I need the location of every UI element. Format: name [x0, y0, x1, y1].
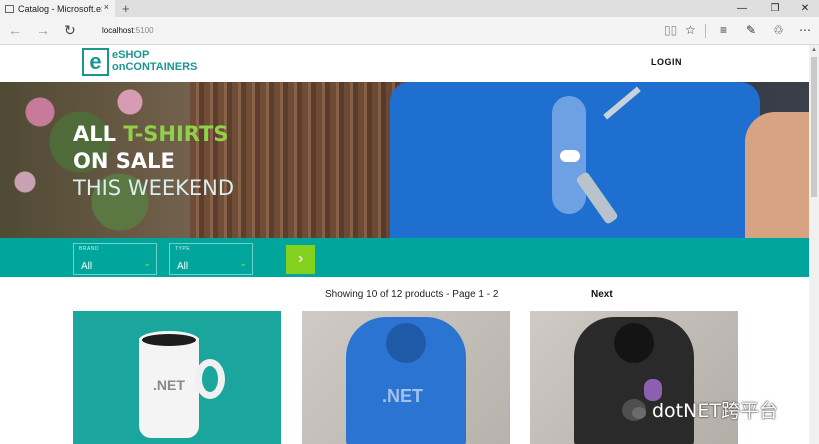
pager-status: Showing 10 of 12 products - Page 1 - 2 — [325, 289, 499, 300]
brand-filter-value: All — [81, 261, 93, 272]
url-field[interactable]: localhost:5100 — [90, 22, 650, 40]
hoodie-hood — [386, 323, 426, 363]
tab-title: Catalog - Microsoft.eSh — [18, 3, 102, 14]
url-port: :5100 — [133, 26, 154, 35]
logo-line-2: onCONTAINERS — [112, 61, 198, 73]
site-header: e eSHOP onCONTAINERS LOGIN — [0, 45, 809, 82]
scroll-thumb[interactable] — [811, 57, 817, 197]
tab-close-icon[interactable]: × — [104, 2, 109, 12]
address-bar-row: ← → ↻ localhost:5100 ▯▯ ☆ ≡ ✎ ♲ ⋯ — [0, 17, 819, 45]
back-icon[interactable]: ← — [8, 22, 22, 38]
hero-arm-image — [745, 112, 809, 238]
toolbar-divider — [705, 24, 706, 38]
browser-tab[interactable]: Catalog - Microsoft.eSh × — [0, 0, 115, 17]
chevron-down-icon: ⌄ — [239, 258, 247, 268]
logo-text[interactable]: eSHOP onCONTAINERS — [112, 49, 197, 73]
wechat-icon — [622, 398, 646, 421]
catalog-filter-bar: BRAND All ⌄ TYPE All ⌄ — [0, 238, 809, 277]
window-close-button[interactable]: ✕ — [790, 0, 819, 17]
login-link[interactable]: LOGIN — [651, 57, 682, 67]
scroll-up-arrow-icon[interactable]: ▲ — [809, 45, 819, 55]
type-filter-select[interactable]: TYPE All ⌄ — [169, 243, 253, 275]
logo-letter: e — [89, 49, 102, 74]
hero-banner: ALL T-SHIRTS ON SALE THIS WEEKEND — [0, 82, 809, 238]
eshop-logo-icon[interactable]: e — [82, 48, 109, 76]
hoodie-hood — [614, 323, 654, 363]
reading-view-icon[interactable]: ▯▯ — [664, 23, 677, 37]
brand-filter-select[interactable]: BRAND All ⌄ — [73, 243, 157, 275]
hero-line-3: THIS WEEKEND — [73, 176, 235, 200]
url-host: localhost — [102, 26, 134, 35]
hero-line-1b: T-SHIRTS — [123, 122, 229, 146]
window-minimize-button[interactable]: — — [727, 0, 757, 17]
logo-line-1: eSHOP — [112, 49, 150, 61]
mug-print-text: .NET — [153, 377, 185, 393]
mug-rim — [139, 331, 199, 349]
product-card-mug[interactable]: .NET — [73, 311, 281, 444]
mug-handle — [195, 359, 225, 399]
product-card-blue-hoodie[interactable]: .NET — [302, 311, 510, 444]
type-filter-value: All — [177, 261, 189, 272]
hero-headline: ALL T-SHIRTS ON SALE THIS WEEKEND — [73, 121, 234, 202]
hero-line-2: ON SALE — [73, 149, 175, 173]
apply-filter-button[interactable]: › — [286, 245, 315, 274]
hero-line-1a: ALL — [73, 122, 124, 146]
type-filter-label: TYPE — [175, 246, 191, 252]
share-icon[interactable]: ♲ — [773, 23, 784, 37]
watermark-text: dotNET跨平台 — [652, 400, 778, 422]
forward-icon[interactable]: → — [36, 22, 50, 38]
new-tab-button[interactable]: + — [122, 0, 130, 17]
more-icon[interactable]: ⋯ — [799, 23, 811, 37]
refresh-icon[interactable]: ↻ — [64, 22, 76, 39]
web-note-icon[interactable]: ✎ — [746, 23, 756, 37]
product-card-black-hoodie[interactable] — [530, 311, 738, 444]
brand-filter-label: BRAND — [79, 246, 100, 252]
browser-tab-bar: Catalog - Microsoft.eSh × + — ❐ ✕ — [0, 0, 819, 17]
chevron-down-icon: ⌄ — [143, 258, 151, 268]
favorite-star-icon[interactable]: ☆ — [685, 23, 696, 37]
next-page-link[interactable]: Next — [591, 289, 613, 300]
window-restore-button[interactable]: ❐ — [760, 0, 790, 17]
page-scrollbar[interactable]: ▲ — [809, 45, 819, 444]
hero-cloud-icon — [560, 150, 580, 162]
hoodie-print-text: .NET — [382, 386, 424, 406]
watermark: dotNET跨平台 — [622, 396, 778, 423]
hub-icon[interactable]: ≡ — [720, 23, 727, 37]
page-favicon-icon — [5, 4, 14, 13]
